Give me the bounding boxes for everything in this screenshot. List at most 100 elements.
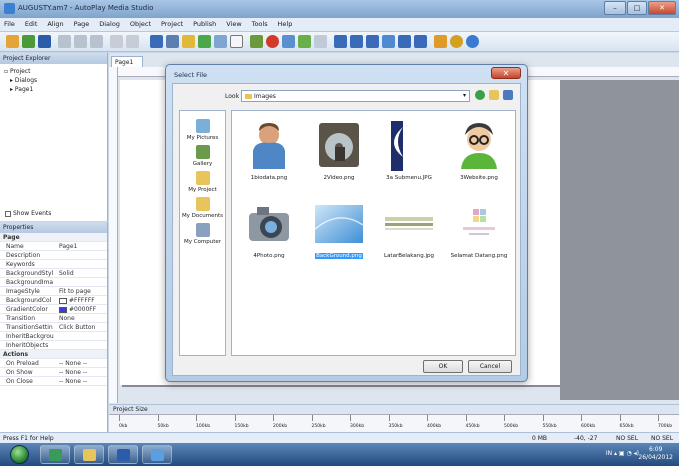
menu-help[interactable]: Help xyxy=(274,18,297,30)
web-icon[interactable] xyxy=(282,35,295,48)
help-icon[interactable] xyxy=(466,35,479,48)
zoom-icon[interactable] xyxy=(314,35,327,48)
menu-edit[interactable]: Edit xyxy=(21,18,42,30)
place-my-computer[interactable]: My Computer xyxy=(180,223,225,245)
publish-icon[interactable] xyxy=(434,35,447,48)
property-section[interactable]: Actions xyxy=(0,350,107,359)
property-row[interactable]: Description xyxy=(0,251,107,260)
word-icon xyxy=(117,449,130,461)
view-menu-icon[interactable] xyxy=(503,90,513,100)
tree-item-project[interactable]: ▫ Project xyxy=(4,67,103,76)
taskbar-autoplay[interactable] xyxy=(142,445,172,464)
taskbar-word[interactable] xyxy=(108,445,138,464)
preview-icon[interactable] xyxy=(382,35,395,48)
align-center-icon[interactable] xyxy=(350,35,363,48)
check-icon[interactable] xyxy=(250,35,263,48)
button-object-icon[interactable] xyxy=(182,35,195,48)
file-item[interactable]: Selamat Datang.png xyxy=(444,199,514,259)
undo-icon[interactable] xyxy=(110,35,123,48)
text-object-icon[interactable] xyxy=(166,35,179,48)
redo-icon[interactable] xyxy=(126,35,139,48)
record-icon[interactable] xyxy=(266,35,279,48)
align-right-icon[interactable] xyxy=(366,35,379,48)
dialog-title: Select File xyxy=(174,71,207,79)
clock[interactable]: 6:09 26/04/2012 xyxy=(638,446,673,462)
property-name: InheritObjects xyxy=(6,342,49,349)
place-my-documents[interactable]: My Documents xyxy=(180,197,225,219)
layout-icon[interactable] xyxy=(414,35,427,48)
property-row[interactable]: Transition None xyxy=(0,314,107,323)
shape-object-icon[interactable] xyxy=(230,35,243,48)
property-row[interactable]: ImageStyle Fit to page xyxy=(0,287,107,296)
tab-page1[interactable]: Page1 xyxy=(111,56,143,67)
file-item[interactable]: 4Photo.png xyxy=(234,199,304,259)
file-item[interactable]: 3a Submenu.JPG xyxy=(374,121,444,181)
file-item[interactable]: LatarBelakang.jpg xyxy=(374,199,444,259)
ok-button[interactable]: OK xyxy=(423,360,463,373)
menu-object[interactable]: Object xyxy=(126,18,155,30)
property-row[interactable]: InheritObjects xyxy=(0,341,107,350)
tree-item-dialogs[interactable]: ▸ Dialogs xyxy=(4,76,103,85)
menu-page[interactable]: Page xyxy=(70,18,94,30)
property-row[interactable]: TransitionSettin Click Button xyxy=(0,323,107,332)
property-row[interactable]: On Show -- None -- xyxy=(0,368,107,377)
property-row[interactable]: GradientColor #0000FF xyxy=(0,305,107,314)
menu-dialog[interactable]: Dialog xyxy=(95,18,124,30)
show-events-checkbox[interactable]: Show Events xyxy=(0,210,108,217)
flash-object-icon[interactable] xyxy=(214,35,227,48)
start-button[interactable] xyxy=(10,445,29,464)
file-item[interactable]: BackGround.png xyxy=(304,199,374,259)
language-indicator[interactable]: IN xyxy=(606,450,612,457)
open-icon[interactable] xyxy=(22,35,35,48)
project-size-header: Project Size xyxy=(109,404,679,414)
file-item[interactable]: 2Video.png xyxy=(304,121,374,181)
wand-icon[interactable] xyxy=(6,35,19,48)
close-button[interactable]: ✕ xyxy=(648,1,676,15)
tree-icon[interactable] xyxy=(298,35,311,48)
property-row[interactable]: BackgroundCol #FFFFFF xyxy=(0,296,107,305)
cut-icon[interactable] xyxy=(58,35,71,48)
look-in-dropdown[interactable]: Images ▾ xyxy=(241,90,470,102)
menu-tools[interactable]: Tools xyxy=(248,18,272,30)
property-row[interactable]: InheritBackgrou xyxy=(0,332,107,341)
video-object-icon[interactable] xyxy=(198,35,211,48)
menu-project[interactable]: Project xyxy=(157,18,187,30)
image-object-icon[interactable] xyxy=(150,35,163,48)
property-row[interactable]: BackgroundStyl Solid xyxy=(0,269,107,278)
property-row[interactable]: BackgroundIma xyxy=(0,278,107,287)
maximize-button[interactable]: □ xyxy=(627,1,647,15)
copy-icon[interactable] xyxy=(74,35,87,48)
place-my-project[interactable]: My Project xyxy=(180,171,225,193)
property-row[interactable]: Keywords xyxy=(0,260,107,269)
property-row[interactable]: On Preload -- None -- xyxy=(0,359,107,368)
settings-icon[interactable] xyxy=(450,35,463,48)
paste-icon[interactable] xyxy=(90,35,103,48)
window-icon[interactable] xyxy=(398,35,411,48)
file-item[interactable]: 1biodata.png xyxy=(234,121,304,181)
property-row[interactable]: Name Page1 xyxy=(0,242,107,251)
back-icon[interactable] xyxy=(475,90,485,100)
file-name: 1biodata.png xyxy=(250,175,288,181)
ruler-tick-label: 650kb xyxy=(619,424,634,429)
property-row[interactable]: On Close -- None -- xyxy=(0,377,107,386)
tree-item-page1[interactable]: ▸ Page1 xyxy=(4,85,103,94)
dialog-close-button[interactable]: ✕ xyxy=(491,67,521,79)
cancel-button[interactable]: Cancel xyxy=(468,360,512,373)
ruler-tick-label: 350kb xyxy=(388,424,403,429)
menu-align[interactable]: Align xyxy=(43,18,67,30)
align-left-icon[interactable] xyxy=(334,35,347,48)
taskbar-explorer[interactable] xyxy=(74,445,104,464)
ruler-tick xyxy=(542,415,544,421)
place-gallery[interactable]: Gallery xyxy=(180,145,225,167)
property-section[interactable]: Page xyxy=(0,233,107,242)
file-item[interactable]: 3Website.png xyxy=(444,121,514,181)
place-my-pictures[interactable]: My Pictures xyxy=(180,119,225,141)
look-in-value: Images xyxy=(254,93,276,100)
menu-view[interactable]: View xyxy=(222,18,245,30)
minimize-button[interactable]: – xyxy=(604,1,626,15)
taskbar-media-player[interactable] xyxy=(40,445,70,464)
new-folder-icon[interactable] xyxy=(489,90,499,100)
save-icon[interactable] xyxy=(38,35,51,48)
menu-file[interactable]: File xyxy=(0,18,19,30)
menu-publish[interactable]: Publish xyxy=(189,18,220,30)
